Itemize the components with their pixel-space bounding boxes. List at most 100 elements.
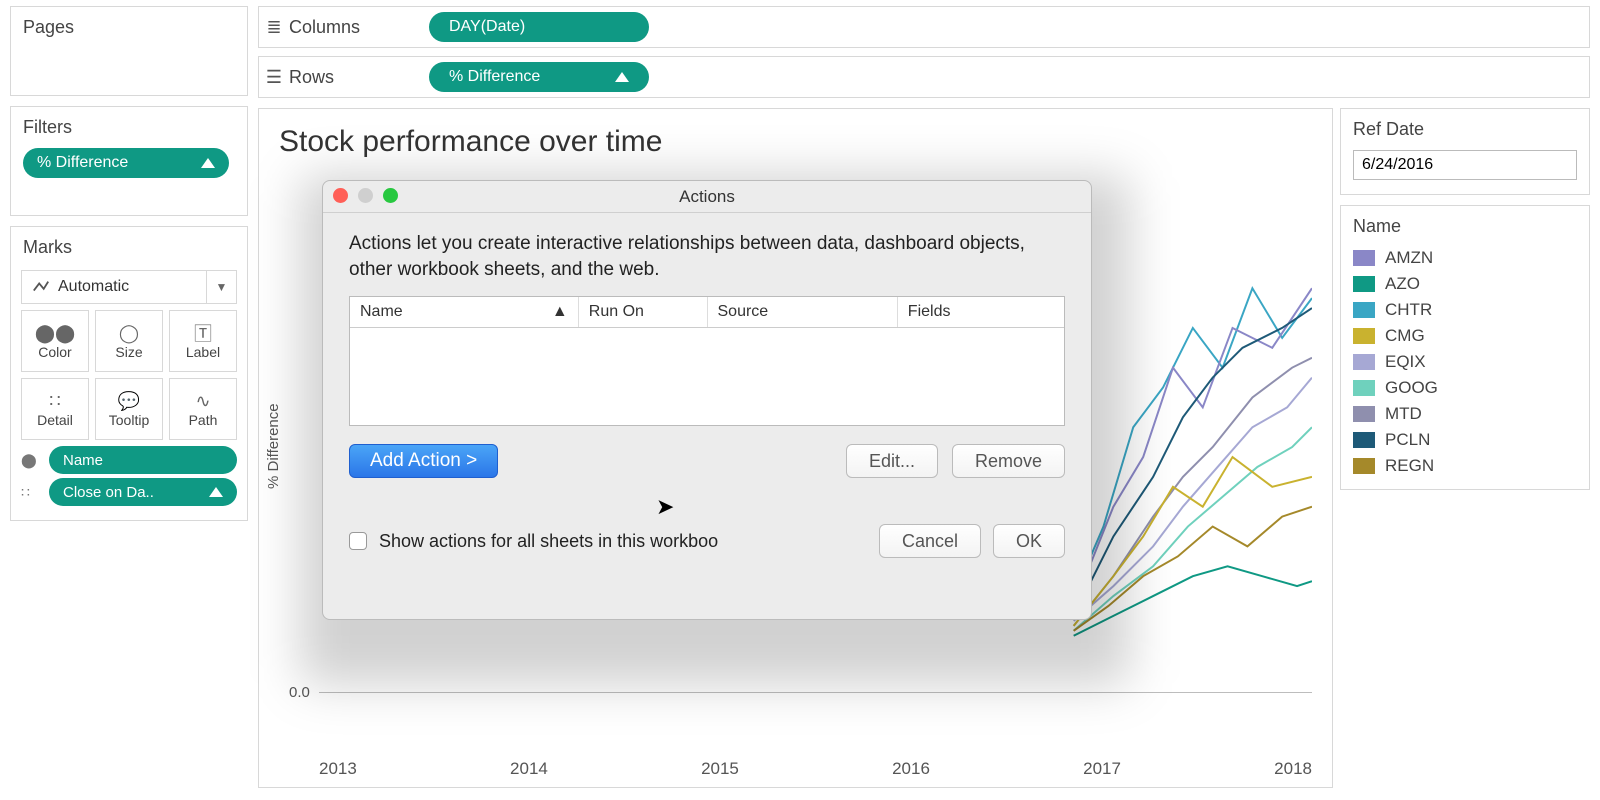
- path-icon: ∿: [195, 390, 210, 412]
- legend-label: CHTR: [1385, 300, 1432, 320]
- mark-field-name-label: Name: [63, 452, 103, 469]
- line-icon: [32, 278, 50, 296]
- x-tick: 2015: [701, 759, 739, 779]
- th-run-on[interactable]: Run On: [579, 297, 708, 327]
- legend-swatch: [1353, 380, 1375, 396]
- marks-size[interactable]: ◯Size: [95, 310, 163, 372]
- th-name[interactable]: Name▲: [350, 297, 579, 327]
- legend-label: REGN: [1385, 456, 1434, 476]
- chart-title: Stock performance over time: [259, 109, 1332, 163]
- legend-label: PCLN: [1385, 430, 1430, 450]
- edit-button[interactable]: Edit...: [846, 444, 938, 478]
- marks-detail-label: Detail: [37, 412, 73, 428]
- pill-delta-icon: [615, 72, 629, 82]
- legend-item[interactable]: AMZN: [1353, 245, 1577, 271]
- legend-item[interactable]: MTD: [1353, 401, 1577, 427]
- columns-pill[interactable]: DAY(Date): [429, 12, 649, 42]
- marks-card: Marks Automatic ▼ ⬤⬤Color ◯Size 🅃Label ∷…: [10, 226, 248, 521]
- mark-field-close[interactable]: Close on Da..: [49, 478, 237, 506]
- legend-swatch: [1353, 354, 1375, 370]
- mark-type-select[interactable]: Automatic ▼: [21, 270, 237, 304]
- marks-path[interactable]: ∿Path: [169, 378, 237, 440]
- ref-date-input[interactable]: [1353, 150, 1577, 180]
- ref-date-title: Ref Date: [1353, 119, 1577, 140]
- tooltip-icon: 💬: [118, 390, 140, 412]
- rows-icon: ☰: [259, 67, 289, 88]
- filters-title: Filters: [11, 107, 247, 144]
- legend-item[interactable]: CMG: [1353, 323, 1577, 349]
- x-tick: 2014: [510, 759, 548, 779]
- columns-pill-label: DAY(Date): [449, 18, 525, 36]
- legend-label: GOOG: [1385, 378, 1438, 398]
- legend-swatch: [1353, 458, 1375, 474]
- close-icon[interactable]: [333, 188, 348, 203]
- x-axis: 2013 2014 2015 2016 2017 2018: [319, 759, 1312, 779]
- legend-title: Name: [1353, 216, 1577, 237]
- mark-type-label: Automatic: [58, 278, 129, 296]
- columns-shelf[interactable]: ≣ Columns DAY(Date): [258, 6, 1590, 48]
- legend-swatch: [1353, 406, 1375, 422]
- legend-label: AZO: [1385, 274, 1420, 294]
- pill-delta-icon: [209, 487, 223, 497]
- marks-color[interactable]: ⬤⬤Color: [21, 310, 89, 372]
- legend-swatch: [1353, 302, 1375, 318]
- legend-item[interactable]: PCLN: [1353, 427, 1577, 453]
- zero-tick-label: 0.0: [289, 684, 310, 701]
- add-action-button[interactable]: Add Action >: [349, 444, 498, 478]
- marks-detail[interactable]: ∷Detail: [21, 378, 89, 440]
- remove-button[interactable]: Remove: [952, 444, 1065, 478]
- filter-pill-pct-diff[interactable]: % Difference: [23, 148, 229, 178]
- chevron-down-icon[interactable]: ▼: [206, 271, 236, 303]
- rows-label: Rows: [289, 67, 429, 88]
- minimize-icon[interactable]: [358, 188, 373, 203]
- ref-date-card: Ref Date: [1340, 108, 1590, 195]
- th-source[interactable]: Source: [708, 297, 898, 327]
- detail-icon: ∷: [21, 484, 43, 501]
- detail-icon: ∷: [49, 390, 60, 412]
- actions-table[interactable]: Name▲ Run On Source Fields: [349, 296, 1065, 426]
- color-legend: Name AMZN AZO CHTR CMG EQIX GOOG MTD PCLN REGN: [1340, 205, 1590, 490]
- ok-button[interactable]: OK: [993, 524, 1065, 558]
- legend-swatch: [1353, 276, 1375, 292]
- rows-shelf[interactable]: ☰ Rows % Difference: [258, 56, 1590, 98]
- x-tick: 2018: [1274, 759, 1312, 779]
- x-tick: 2016: [892, 759, 930, 779]
- legend-label: AMZN: [1385, 248, 1433, 268]
- columns-icon: ≣: [259, 17, 289, 38]
- marks-color-label: Color: [38, 344, 71, 360]
- legend-swatch: [1353, 328, 1375, 344]
- legend-swatch: [1353, 250, 1375, 266]
- legend-label: CMG: [1385, 326, 1425, 346]
- legend-item[interactable]: EQIX: [1353, 349, 1577, 375]
- legend-item[interactable]: GOOG: [1353, 375, 1577, 401]
- marks-label[interactable]: 🅃Label: [169, 310, 237, 372]
- dialog-title: Actions: [679, 187, 735, 206]
- color-icon: ⬤⬤: [35, 322, 75, 344]
- size-icon: ◯: [119, 322, 139, 344]
- pill-delta-icon: [201, 158, 215, 168]
- zoom-icon[interactable]: [383, 188, 398, 203]
- dialog-titlebar[interactable]: Actions: [323, 181, 1091, 213]
- x-tick: 2013: [319, 759, 357, 779]
- show-all-checkbox[interactable]: [349, 532, 367, 550]
- pages-title: Pages: [11, 7, 247, 44]
- cancel-button[interactable]: Cancel: [879, 524, 981, 558]
- marks-title: Marks: [11, 227, 247, 264]
- filter-pill-label: % Difference: [37, 154, 128, 172]
- dialog-description: Actions let you create interactive relat…: [349, 231, 1065, 282]
- legend-item[interactable]: REGN: [1353, 453, 1577, 479]
- marks-tooltip[interactable]: 💬Tooltip: [95, 378, 163, 440]
- legend-label: MTD: [1385, 404, 1422, 424]
- legend-item[interactable]: CHTR: [1353, 297, 1577, 323]
- show-all-label: Show actions for all sheets in this work…: [379, 531, 867, 552]
- legend-swatch: [1353, 432, 1375, 448]
- y-axis-label: % Difference: [265, 403, 282, 489]
- legend-item[interactable]: AZO: [1353, 271, 1577, 297]
- rows-pill[interactable]: % Difference: [429, 62, 649, 92]
- filters-shelf[interactable]: Filters % Difference: [10, 106, 248, 216]
- marks-tooltip-label: Tooltip: [109, 412, 149, 428]
- th-fields[interactable]: Fields: [898, 297, 1064, 327]
- pages-shelf[interactable]: Pages: [10, 6, 248, 96]
- mark-field-name[interactable]: Name: [49, 446, 237, 474]
- sort-asc-icon: ▲: [552, 303, 568, 321]
